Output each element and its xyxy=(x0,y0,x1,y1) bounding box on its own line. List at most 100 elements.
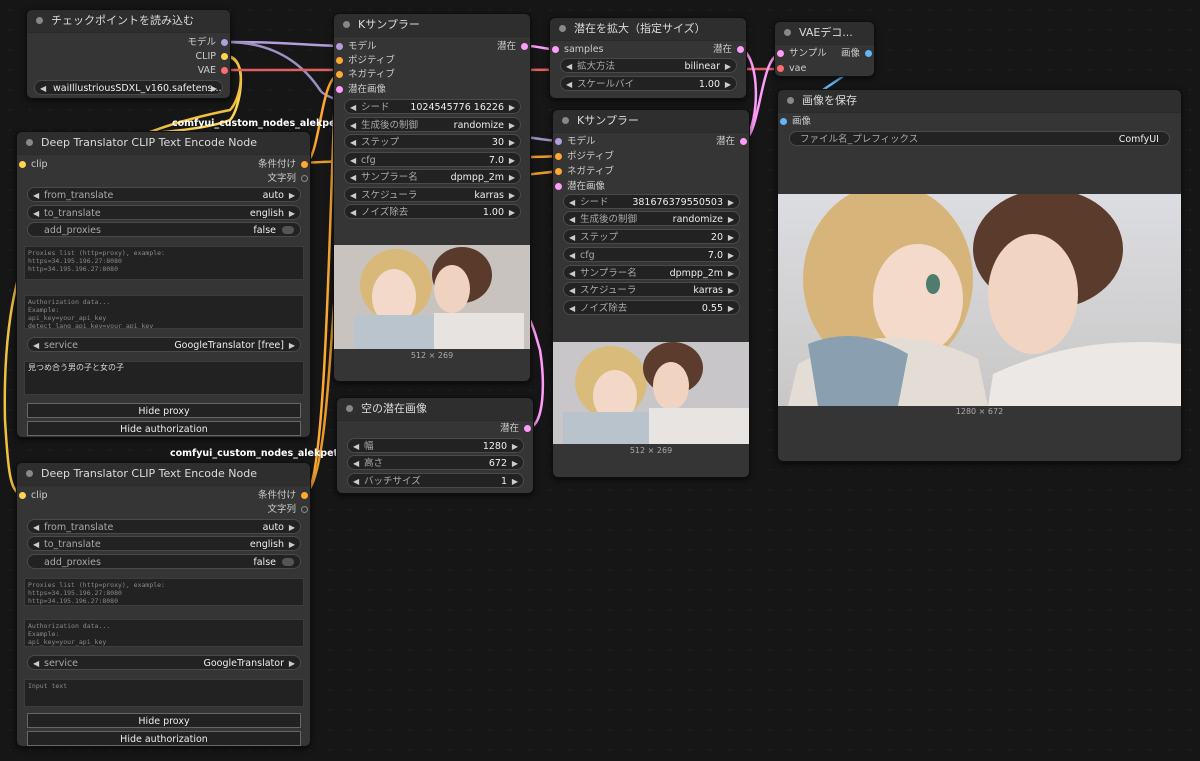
input-model[interactable]: モデル xyxy=(334,40,377,54)
denoise-widget[interactable]: ◀ ノイズ除去 0.55 ▶ xyxy=(563,300,740,315)
latent-upscale-node[interactable]: 潜在を拡大（指定サイズ） samples 潜在 ◀ 拡大方法 bilinear ▶ ◀… xyxy=(549,17,747,99)
node-title[interactable]: Kサンプラー xyxy=(334,14,530,37)
node-title[interactable]: Deep Translator CLIP Text Encode Node xyxy=(17,463,310,486)
vae-pin-icon[interactable] xyxy=(221,67,228,74)
arrow-right-icon[interactable]: ▶ xyxy=(289,520,295,533)
arrow-left-icon[interactable]: ◀ xyxy=(40,81,46,94)
arrow-right-icon[interactable]: ▶ xyxy=(289,188,295,201)
arrow-right-icon[interactable]: ▶ xyxy=(509,188,515,201)
arrow-left-icon[interactable]: ◀ xyxy=(350,118,356,131)
arrow-right-icon[interactable]: ▶ xyxy=(289,656,295,669)
from-translate-combo[interactable]: ◀ from_translate auto ▶ xyxy=(27,519,301,534)
image-pin-icon[interactable] xyxy=(865,50,872,57)
collapse-dot-icon[interactable] xyxy=(784,29,791,36)
arrow-right-icon[interactable]: ▶ xyxy=(509,135,515,148)
arrow-left-icon[interactable]: ◀ xyxy=(353,439,359,452)
arrow-right-icon[interactable]: ▶ xyxy=(509,153,515,166)
arrow-left-icon[interactable]: ◀ xyxy=(569,248,575,261)
node-title[interactable]: 画像を保存 xyxy=(778,90,1181,113)
proxies-textarea[interactable]: Proxies list (http=proxy), example: http… xyxy=(24,246,304,280)
cfg-widget[interactable]: ◀ cfg 7.0 ▶ xyxy=(344,152,521,167)
model-pin-icon[interactable] xyxy=(221,39,228,46)
filename-prefix-widget[interactable]: ファイル名_プレフィックス ComfyUI xyxy=(789,131,1170,146)
arrow-right-icon[interactable]: ▶ xyxy=(211,81,217,94)
output-latent[interactable]: 潜在 xyxy=(716,135,749,149)
latent-pin-icon[interactable] xyxy=(524,425,531,432)
output-image[interactable]: 画像 xyxy=(841,47,874,61)
arrow-left-icon[interactable]: ◀ xyxy=(569,283,575,296)
collapse-dot-icon[interactable] xyxy=(787,97,794,104)
hide-authorization-button[interactable]: Hide authorization xyxy=(27,731,301,746)
prompt-textarea[interactable]: 見つめ合う男の子と女の子 xyxy=(24,361,304,395)
node-title[interactable]: 潜在を拡大（指定サイズ） xyxy=(550,18,746,41)
arrow-left-icon[interactable]: ◀ xyxy=(569,212,575,225)
string-pin-icon[interactable] xyxy=(301,506,308,513)
input-positive[interactable]: ポジティブ xyxy=(553,150,614,164)
latent-pin-icon[interactable] xyxy=(555,183,562,190)
latent-pin-icon[interactable] xyxy=(336,86,343,93)
arrow-right-icon[interactable]: ▶ xyxy=(728,248,734,261)
node-title[interactable]: 空の潜在画像 xyxy=(337,398,533,421)
arrow-left-icon[interactable]: ◀ xyxy=(33,206,39,219)
arrow-left-icon[interactable]: ◀ xyxy=(33,188,39,201)
arrow-right-icon[interactable]: ▶ xyxy=(728,212,734,225)
input-negative[interactable]: ネガティブ xyxy=(334,68,395,82)
clip-pin-icon[interactable] xyxy=(19,492,26,499)
conditioning-pin-icon[interactable] xyxy=(336,71,343,78)
arrow-left-icon[interactable]: ◀ xyxy=(569,301,575,314)
input-clip[interactable]: clip xyxy=(17,158,48,172)
to-translate-combo[interactable]: ◀ to_translate english ▶ xyxy=(27,536,301,551)
preview-image[interactable] xyxy=(553,342,749,444)
toggle-icon[interactable] xyxy=(282,558,294,566)
hide-authorization-button[interactable]: Hide authorization xyxy=(27,421,301,436)
clip-pin-icon[interactable] xyxy=(221,53,228,60)
output-latent[interactable]: 潜在 xyxy=(500,422,533,436)
arrow-left-icon[interactable]: ◀ xyxy=(566,77,572,90)
service-combo[interactable]: ◀ service GoogleTranslator ▶ xyxy=(27,655,301,670)
conditioning-pin-icon[interactable] xyxy=(555,153,562,160)
output-conditioning[interactable]: 条件付け xyxy=(258,489,310,503)
collapse-dot-icon[interactable] xyxy=(26,470,33,477)
from-translate-combo[interactable]: ◀ from_translate auto ▶ xyxy=(27,187,301,202)
arrow-right-icon[interactable]: ▶ xyxy=(728,283,734,296)
conditioning-pin-icon[interactable] xyxy=(555,168,562,175)
input-latent[interactable]: 潜在画像 xyxy=(553,180,605,194)
arrow-right-icon[interactable]: ▶ xyxy=(728,301,734,314)
conditioning-pin-icon[interactable] xyxy=(336,57,343,64)
clip-pin-icon[interactable] xyxy=(19,161,26,168)
collapse-dot-icon[interactable] xyxy=(343,21,350,28)
arrow-left-icon[interactable]: ◀ xyxy=(569,266,575,279)
arrow-left-icon[interactable]: ◀ xyxy=(566,59,572,72)
output-vae[interactable]: VAE xyxy=(198,64,230,78)
latent-pin-icon[interactable] xyxy=(740,138,747,145)
arrow-right-icon[interactable]: ▶ xyxy=(512,439,518,452)
output-clip[interactable]: CLIP xyxy=(196,50,230,64)
width-widget[interactable]: ◀ 幅 1280 ▶ xyxy=(347,438,524,453)
height-widget[interactable]: ◀ 高さ 672 ▶ xyxy=(347,455,524,470)
hide-proxy-button[interactable]: Hide proxy xyxy=(27,403,301,418)
ksampler-node-1[interactable]: Kサンプラー モデル ポジティブ ネガティブ 潜在画像 潜在 ◀ シード 10245… xyxy=(333,13,531,382)
steps-widget[interactable]: ◀ ステップ 30 ▶ xyxy=(344,134,521,149)
arrow-left-icon[interactable]: ◀ xyxy=(353,456,359,469)
output-conditioning[interactable]: 条件付け xyxy=(258,158,310,172)
arrow-right-icon[interactable]: ▶ xyxy=(509,170,515,183)
input-clip[interactable]: clip xyxy=(17,489,48,503)
arrow-left-icon[interactable]: ◀ xyxy=(350,135,356,148)
node-title[interactable]: Kサンプラー xyxy=(553,110,749,133)
service-combo[interactable]: ◀ service GoogleTranslator [free] ▶ xyxy=(27,337,301,352)
string-pin-icon[interactable] xyxy=(301,175,308,182)
latent-pin-icon[interactable] xyxy=(777,50,784,57)
add-proxies-toggle[interactable]: add_proxies false xyxy=(27,554,301,569)
conditioning-pin-icon[interactable] xyxy=(301,161,308,168)
collapse-dot-icon[interactable] xyxy=(346,405,353,412)
latent-pin-icon[interactable] xyxy=(737,46,744,53)
arrow-left-icon[interactable]: ◀ xyxy=(33,656,39,669)
collapse-dot-icon[interactable] xyxy=(559,25,566,32)
deep-translator-node-2[interactable]: Deep Translator CLIP Text Encode Node cl… xyxy=(16,462,311,747)
arrow-right-icon[interactable]: ▶ xyxy=(289,338,295,351)
seed-widget[interactable]: ◀ シード 1024545776 16226 ▶ xyxy=(344,99,521,114)
batch-size-widget[interactable]: ◀ バッチサイズ 1 ▶ xyxy=(347,473,524,488)
input-latent[interactable]: 潜在画像 xyxy=(334,83,386,97)
denoise-widget[interactable]: ◀ ノイズ除去 1.00 ▶ xyxy=(344,204,521,219)
arrow-left-icon[interactable]: ◀ xyxy=(569,195,575,208)
